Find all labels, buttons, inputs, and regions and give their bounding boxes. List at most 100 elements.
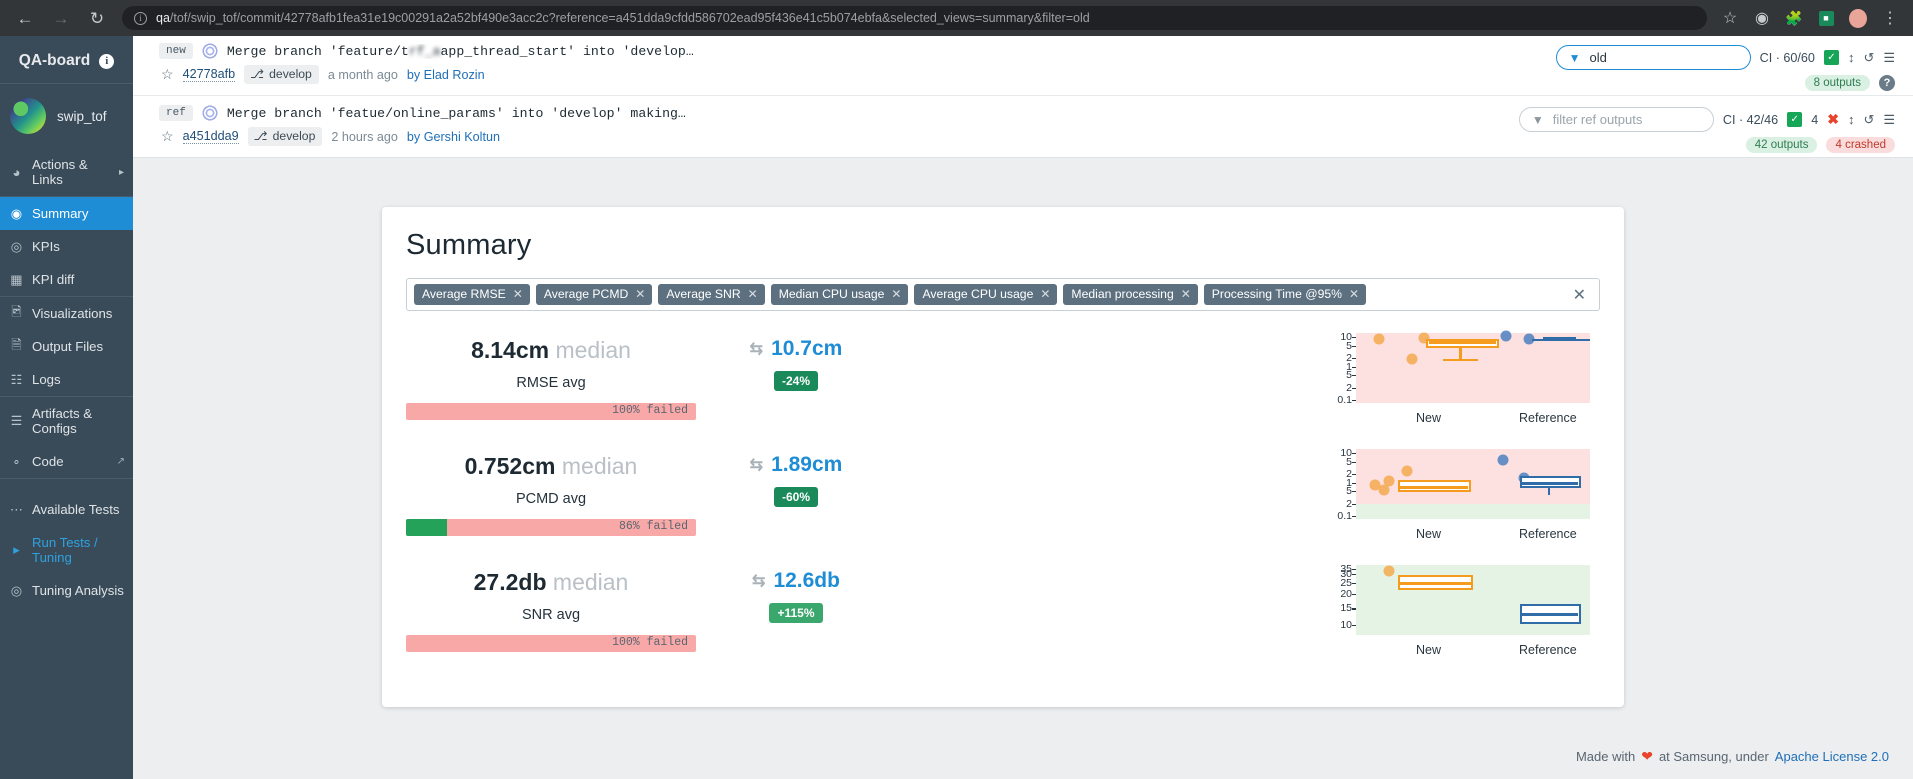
forward-icon[interactable]: → bbox=[50, 7, 72, 29]
hamburger-menu-icon[interactable]: ☰ bbox=[1883, 112, 1895, 128]
bar-label: 100% failed bbox=[612, 404, 688, 417]
sidebar-item-run-tests-tuning[interactable]: ▸ Run Tests / Tuning bbox=[0, 526, 133, 574]
refresh-icon[interactable]: ↺ bbox=[1863, 112, 1874, 128]
project-selector[interactable]: swip_tof bbox=[0, 84, 133, 148]
star-icon[interactable]: ☆ bbox=[161, 66, 174, 83]
sidebar-item-artifacts-configs[interactable]: ☰ Artifacts & Configs bbox=[0, 397, 133, 445]
commit-author[interactable]: by Elad Rozin bbox=[407, 68, 485, 82]
filter-input-new[interactable]: ▼ old bbox=[1555, 45, 1751, 70]
metric-row-pcmd: 0.752cm median PCMD avg 86% failed ⇆ 1.89… bbox=[406, 447, 1600, 565]
site-info-icon[interactable]: i bbox=[134, 11, 147, 25]
sort-icon[interactable]: ↕ bbox=[1848, 112, 1855, 127]
sidebar-item-output-files[interactable]: 🗎 Output Files bbox=[0, 330, 133, 363]
metric-value: 27.2db median bbox=[406, 569, 696, 596]
info-icon[interactable]: i bbox=[99, 53, 115, 69]
funnel-icon: ▼ bbox=[1568, 50, 1581, 65]
commit-hash[interactable]: a451dda9 bbox=[182, 129, 239, 144]
delta-badge: +115% bbox=[769, 603, 823, 623]
sidebar-item-kpis[interactable]: ◎ KPIs bbox=[0, 230, 133, 263]
ci-status-ref: CI · 42/46 bbox=[1722, 112, 1779, 127]
sidebar-item-summary[interactable]: ◉ Summary bbox=[0, 197, 133, 230]
y-tick-label: 25 bbox=[1340, 576, 1352, 589]
browser-toolbar: ← → ↻ i qa/tof/swip_tof/commit/42778afb1… bbox=[0, 0, 1913, 36]
data-point bbox=[1378, 484, 1390, 496]
star-icon[interactable]: ☆ bbox=[161, 128, 174, 145]
logs-icon: ☷ bbox=[10, 371, 23, 387]
x-icon[interactable]: ✕ bbox=[1349, 287, 1359, 301]
license-link[interactable]: Apache License 2.0 bbox=[1775, 749, 1889, 764]
x-icon[interactable]: ✕ bbox=[891, 287, 901, 301]
metric-value-suffix: median bbox=[552, 569, 629, 595]
sidebar-item-kpi-diff[interactable]: ▦ KPI diff bbox=[0, 263, 133, 296]
compare-arrows-icon: ⇆ bbox=[749, 341, 764, 358]
green-badge-icon[interactable]: ■ bbox=[1817, 9, 1835, 27]
metric-tag[interactable]: Average SNR ✕ bbox=[658, 284, 765, 305]
metric-tag[interactable]: Median processing ✕ bbox=[1063, 284, 1198, 305]
x-icon[interactable]: ✕ bbox=[748, 287, 758, 301]
profile-avatar-icon[interactable] bbox=[1849, 8, 1867, 28]
data-point bbox=[1497, 454, 1509, 466]
hamburger-menu-icon[interactable]: ☰ bbox=[1883, 50, 1895, 66]
sidebar-item-label: Actions & Links bbox=[32, 157, 88, 187]
sidebar-item-available-tests[interactable]: ⋯ Available Tests bbox=[0, 493, 133, 526]
commit-controls-ref: ▼ filter ref outputs CI · 42/46 ✓ 4 ✖ ↕ … bbox=[1518, 105, 1895, 153]
address-bar[interactable]: i qa/tof/swip_tof/commit/42778afb1fea31e… bbox=[122, 6, 1707, 30]
back-icon[interactable]: ← bbox=[14, 7, 36, 29]
bookmark-star-icon[interactable]: ☆ bbox=[1721, 9, 1739, 27]
metric-tag[interactable]: Average CPU usage ✕ bbox=[914, 284, 1058, 305]
sidebar-item-tuning-analysis[interactable]: ◎ Tuning Analysis bbox=[0, 574, 133, 607]
sort-icon[interactable]: ↕ bbox=[1848, 50, 1855, 65]
page-title: Summary bbox=[406, 229, 532, 261]
metric-reference: ⇆ 12.6db +115% bbox=[696, 565, 896, 623]
metric-tag[interactable]: Average RMSE ✕ bbox=[414, 284, 530, 305]
commits-header: new Merge branch 'feature/trf_aapp_threa… bbox=[133, 36, 1913, 158]
heart-icon: ❤ bbox=[1641, 748, 1653, 764]
median-line-reference bbox=[1522, 481, 1579, 485]
x-icon[interactable]: ✕ bbox=[513, 287, 523, 301]
metric-tag[interactable]: Median CPU usage ✕ bbox=[770, 284, 909, 305]
metric-value-suffix: median bbox=[555, 337, 631, 363]
sidebar-item-label: Summary bbox=[32, 206, 89, 221]
chrome-menu-icon[interactable]: ⋮ bbox=[1881, 9, 1899, 27]
branch-pill[interactable]: ⎇ develop bbox=[247, 127, 323, 146]
question-mark-icon[interactable]: ? bbox=[1879, 75, 1895, 91]
brand[interactable]: QA-board i bbox=[0, 40, 133, 83]
commit-hash[interactable]: 42778afb bbox=[182, 67, 236, 82]
x-icon[interactable]: ✕ bbox=[635, 287, 645, 301]
extension-icon[interactable]: ◉ bbox=[1753, 9, 1771, 27]
median-line-new bbox=[1428, 341, 1497, 345]
metric-row-rmse: 8.14cm median RMSE avg 100% failed ⇆ 10.7… bbox=[406, 330, 1600, 449]
refresh-icon[interactable]: ↺ bbox=[1863, 50, 1874, 66]
filter-input-ref[interactable]: ▼ filter ref outputs bbox=[1518, 107, 1714, 132]
x-icon[interactable]: ✕ bbox=[1040, 287, 1050, 301]
reload-icon[interactable]: ↻ bbox=[86, 7, 108, 29]
clear-all-x-icon[interactable]: ✕ bbox=[1573, 285, 1586, 305]
metric-tag[interactable]: Average PCMD ✕ bbox=[535, 284, 653, 305]
sidebar-item-visualizations[interactable]: 🖻 Visualizations bbox=[0, 297, 133, 330]
metric-tag[interactable]: Processing Time @95% ✕ bbox=[1203, 284, 1367, 305]
metric-reference: ⇆ 10.7cm -24% bbox=[696, 333, 896, 391]
branch-pill[interactable]: ⎇ develop bbox=[244, 65, 319, 84]
metric-filter-bar[interactable]: Average RMSE ✕ Average PCMD ✕ Average SNR ✕… bbox=[406, 278, 1600, 311]
sidebar-item-code[interactable]: ∘ Code ↗ bbox=[0, 445, 133, 478]
url-path: /tof/swip_tof/commit/42778afb1fea31e19c0… bbox=[169, 11, 1090, 25]
browser-actions: ☆ ◉ 🧩 ■ ⋮ bbox=[1721, 8, 1899, 28]
reference-value-row: ⇆ 12.6db bbox=[696, 569, 896, 593]
controls-row: ▼ filter ref outputs CI · 42/46 ✓ 4 ✖ ↕ … bbox=[1518, 107, 1895, 132]
sidebar-item-label: Code bbox=[32, 454, 64, 469]
check-icon: ✓ bbox=[1823, 50, 1839, 65]
sidebar-item-logs[interactable]: ☷ Logs bbox=[0, 363, 133, 396]
main-area: new Merge branch 'feature/trf_aapp_threa… bbox=[133, 36, 1913, 779]
commit-author[interactable]: by Gershi Koltun bbox=[407, 130, 500, 144]
reference-value: 12.6db bbox=[773, 569, 840, 592]
commit-identicon bbox=[201, 105, 218, 121]
metric-value-suffix: median bbox=[561, 453, 638, 479]
commit-title-ref: ref Merge branch 'featue/online_params' … bbox=[159, 105, 1519, 121]
boxplot: 10 5 2 1 5 2 0.1 New Reference bbox=[1328, 447, 1590, 541]
x-icon[interactable]: ✕ bbox=[1181, 287, 1191, 301]
puzzle-icon[interactable]: 🧩 bbox=[1785, 9, 1803, 27]
bar-pass-segment bbox=[406, 519, 447, 536]
sidebar-item-actions-links[interactable]: ◕ Actions & Links ▸ bbox=[0, 148, 133, 196]
y-tick-label: 15 bbox=[1340, 602, 1352, 615]
sidebar-item-label: Tuning Analysis bbox=[32, 583, 124, 598]
